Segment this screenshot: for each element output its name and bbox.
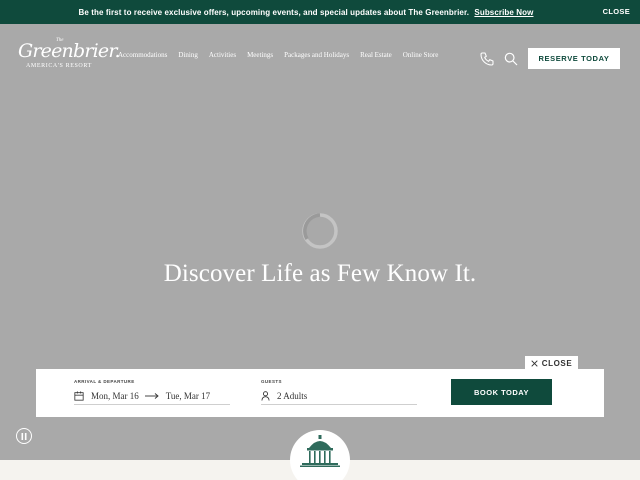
announcement-bar: Be the first to receive exclusive offers…	[0, 0, 640, 24]
calendar-icon	[74, 390, 84, 401]
announcement-message: Be the first to receive exclusive offers…	[78, 7, 470, 17]
logo-tagline: AMERICA'S RESORT	[26, 63, 92, 69]
nav-item-activities[interactable]: Activities	[209, 51, 236, 59]
date-range-picker[interactable]: Mon, Mar 16 Tue, Mar 17	[74, 387, 230, 405]
logo-name: Greenbrier.	[18, 40, 121, 62]
greenbrier-logo[interactable]: The Greenbrier. AMERICA'S RESORT	[18, 38, 121, 78]
close-icon	[531, 359, 538, 367]
pause-video-button[interactable]	[16, 428, 32, 444]
announcement-close-button[interactable]: CLOSE	[603, 7, 630, 16]
departure-date: Tue, Mar 17	[165, 390, 211, 401]
hero-headline: Discover Life as Few Know It.	[163, 260, 477, 287]
guests-label: GUESTS	[261, 379, 282, 384]
booking-widget: ARRIVAL & DEPARTURE Mon, Mar 16 Tue, Mar…	[36, 369, 604, 417]
search-icon[interactable]	[503, 51, 519, 67]
phone-icon[interactable]	[479, 51, 495, 67]
arrow-right-icon	[144, 392, 159, 399]
booking-close-button[interactable]: CLOSE	[525, 356, 578, 370]
nav-item-meetings[interactable]: Meetings	[247, 51, 273, 59]
person-icon	[261, 390, 270, 401]
nav-item-dining[interactable]: Dining	[178, 51, 197, 59]
guests-value: 2 Adults	[277, 390, 308, 401]
dates-label: ARRIVAL & DEPARTURE	[74, 379, 135, 384]
main-nav: Accommodations Dining Activities Meeting…	[118, 51, 438, 59]
booking-close-label: CLOSE	[541, 358, 573, 368]
subscribe-link[interactable]: Subscribe Now	[474, 8, 533, 17]
nav-item-packages[interactable]: Packages and Holidays	[284, 51, 349, 59]
nav-item-online-store[interactable]: Online Store	[403, 51, 439, 59]
reserve-today-button[interactable]: RESERVE TODAY	[528, 48, 620, 69]
book-today-button[interactable]: BOOK TODAY	[451, 379, 552, 405]
nav-item-real-estate[interactable]: Real Estate	[360, 51, 392, 59]
nav-item-accommodations[interactable]: Accommodations	[118, 51, 167, 59]
pause-icon	[21, 432, 27, 440]
arrival-date: Mon, Mar 16	[91, 390, 139, 401]
guests-selector[interactable]: 2 Adults	[261, 387, 417, 405]
loading-spinner-icon	[302, 213, 338, 249]
